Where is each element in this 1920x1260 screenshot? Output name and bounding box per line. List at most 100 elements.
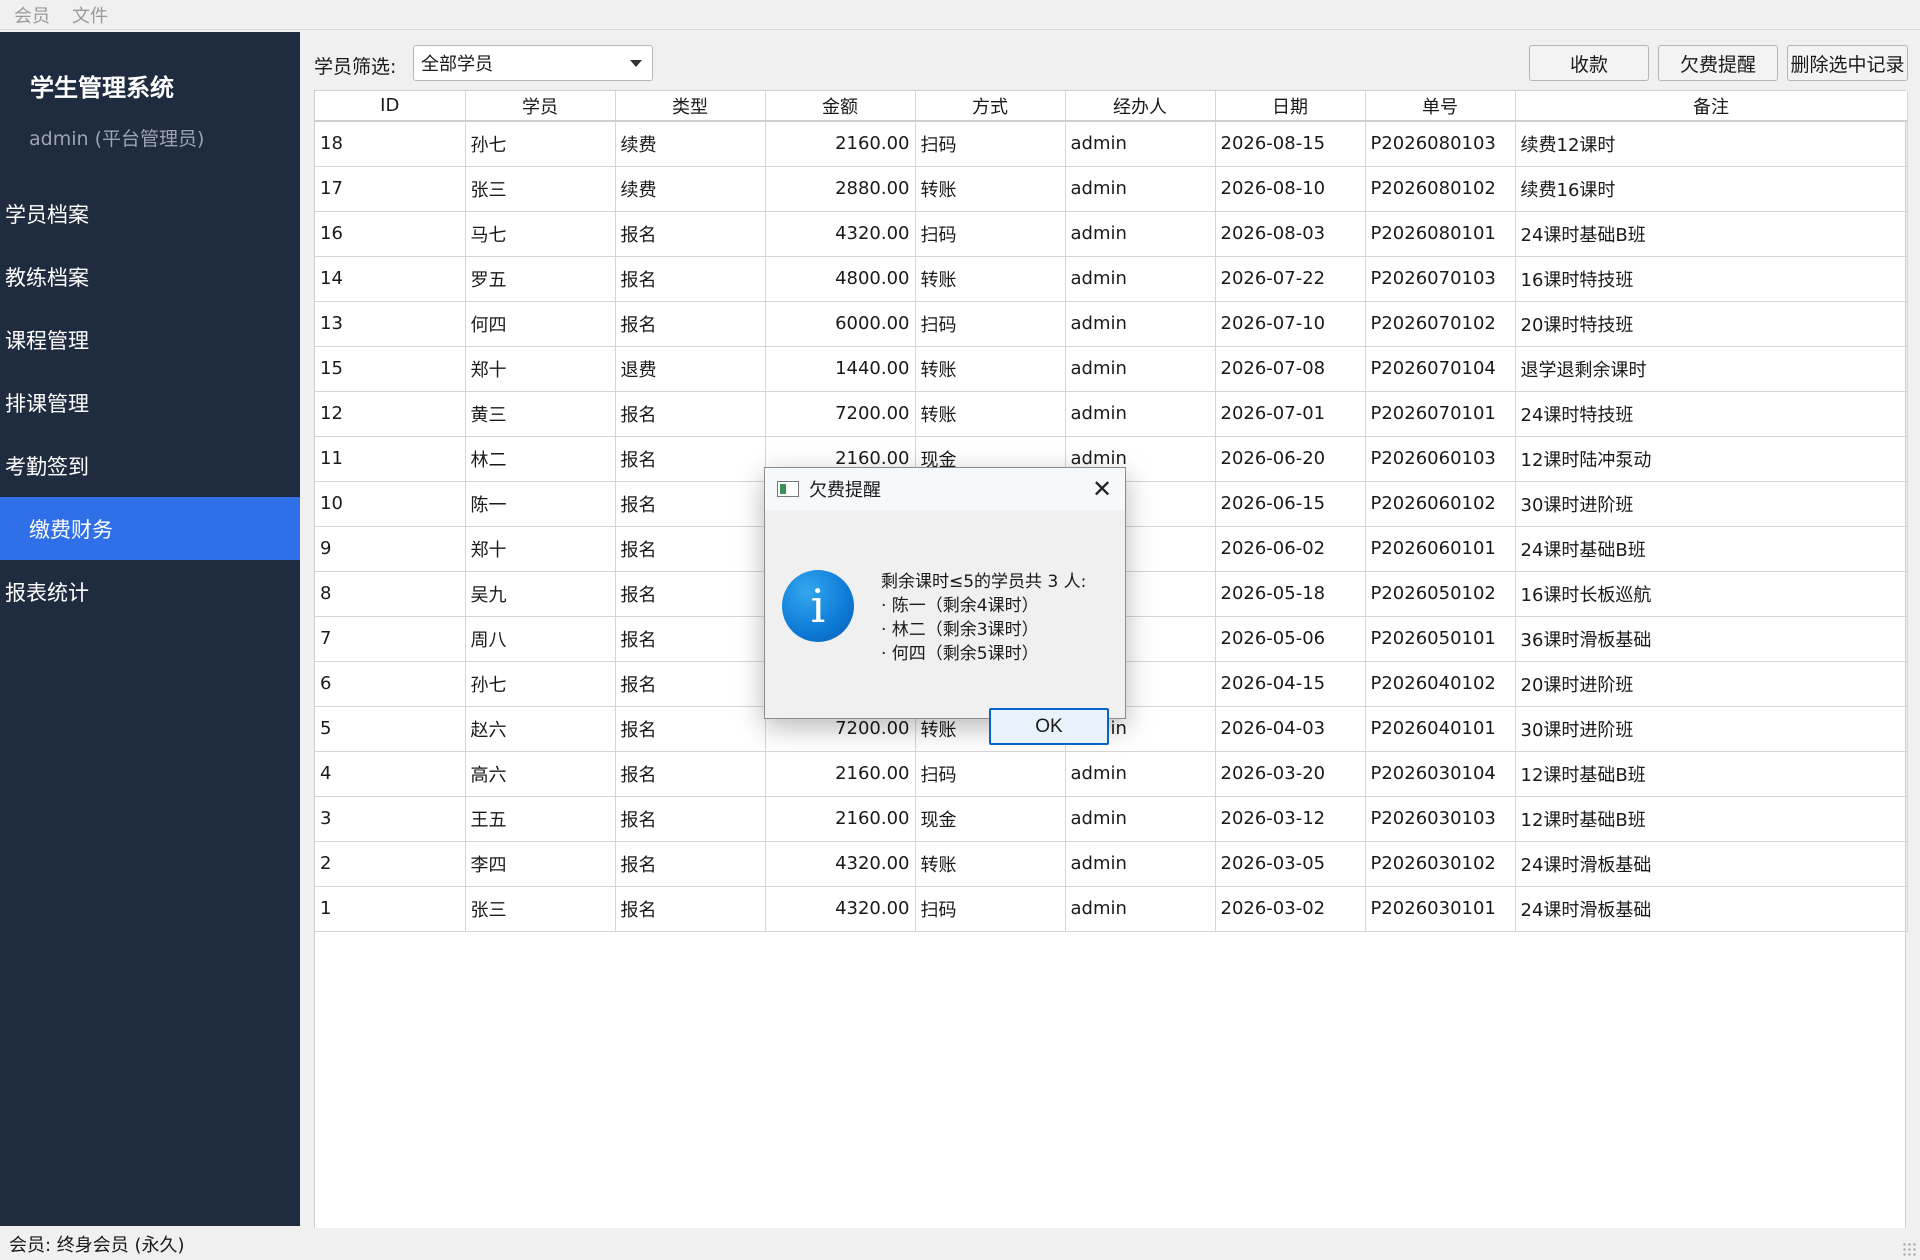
cell-student: 黄三 [465, 391, 616, 437]
sidebar-item-payments[interactable]: 缴费财务 [0, 497, 300, 560]
table-row[interactable]: 12 黄三 报名 7200.00 转账 admin 2026-07-01 P202607010… [315, 391, 1908, 437]
sidebar-item-reports[interactable]: 报表统计 [0, 560, 300, 623]
table-row[interactable]: 3 王五 报名 2160.00 现金 admin 2026-03-12 P2026030103… [315, 796, 1908, 842]
message-line: 剩余课时≤5的学员共 3 人: [881, 572, 1087, 592]
cell-note: 退学退剩余课时 [1515, 346, 1908, 392]
column-header-date[interactable]: 日期 [1215, 91, 1366, 122]
cell-order-no: P2026030102 [1365, 841, 1516, 887]
cell-student: 赵六 [465, 706, 616, 752]
cell-date: 2026-07-22 [1215, 256, 1366, 302]
table-header-row: ID 学员 类型 金额 方式 经办人 日期 单号 备注 [315, 91, 1908, 122]
cell-student: 王五 [465, 796, 616, 842]
cell-amount: 1440.00 [765, 346, 916, 392]
delete-selected-button[interactable]: 删除选中记录 [1787, 45, 1908, 81]
cell-handler: admin [1065, 256, 1216, 302]
cell-note: 16课时长板巡航 [1515, 571, 1908, 617]
table-row[interactable]: 2 李四 报名 4320.00 转账 admin 2026-03-05 P2026030102… [315, 841, 1908, 887]
arrears-reminder-button[interactable]: 欠费提醒 [1658, 45, 1778, 81]
column-header-note[interactable]: 备注 [1515, 91, 1908, 122]
information-icon: i [782, 570, 854, 642]
close-icon[interactable]: ✕ [1085, 472, 1119, 506]
column-header-student[interactable]: 学员 [465, 91, 616, 122]
column-header-handler[interactable]: 经办人 [1065, 91, 1216, 122]
dialog-body: i 剩余课时≤5的学员共 3 人: · 陈一（剩余4课时） · 林二（剩余3课时… [765, 510, 1125, 745]
cell-id: 4 [315, 751, 466, 797]
cell-type: 报名 [615, 706, 766, 752]
cell-student: 马七 [465, 211, 616, 257]
cell-handler: admin [1065, 121, 1216, 167]
dialog-message: 剩余课时≤5的学员共 3 人: · 陈一（剩余4课时） · 林二（剩余3课时） … [881, 570, 1086, 666]
cell-order-no: P2026070102 [1365, 301, 1516, 347]
cell-type: 报名 [615, 751, 766, 797]
cell-method: 扫码 [915, 301, 1066, 347]
cell-order-no: P2026060102 [1365, 481, 1516, 527]
cell-handler: admin [1065, 211, 1216, 257]
cell-order-no: P2026030101 [1365, 886, 1516, 932]
table-row[interactable]: 14 罗五 报名 4800.00 转账 admin 2026-07-22 P202607010… [315, 256, 1908, 302]
menu-member[interactable]: 会员 [14, 2, 50, 28]
table-row[interactable]: 13 何四 报名 6000.00 扫码 admin 2026-07-10 P202607010… [315, 301, 1908, 347]
cell-student: 吴九 [465, 571, 616, 617]
cell-type: 报名 [615, 436, 766, 482]
cell-note: 12课时基础B班 [1515, 751, 1908, 797]
cell-id: 2 [315, 841, 466, 887]
cell-student: 郑十 [465, 346, 616, 392]
sidebar-nav: 学员档案 教练档案 课程管理 排课管理 考勤签到 缴费财务 报表统计 [0, 182, 300, 623]
cell-type: 报名 [615, 796, 766, 842]
cell-id: 18 [315, 121, 466, 167]
table-row[interactable]: 17 张三 续费 2880.00 转账 admin 2026-08-10 P202608010… [315, 166, 1908, 212]
cell-method: 现金 [915, 796, 1066, 842]
cell-type: 报名 [615, 616, 766, 662]
table-row[interactable]: 16 马七 报名 4320.00 扫码 admin 2026-08-03 P202608010… [315, 211, 1908, 257]
cell-note: 24课时基础B班 [1515, 526, 1908, 572]
cell-note: 30课时进阶班 [1515, 481, 1908, 527]
cell-order-no: P2026030103 [1365, 796, 1516, 842]
cell-order-no: P2026040102 [1365, 661, 1516, 707]
cell-type: 报名 [615, 886, 766, 932]
sidebar-item-students[interactable]: 学员档案 [0, 182, 300, 245]
menu-file[interactable]: 文件 [72, 2, 108, 28]
column-header-type[interactable]: 类型 [615, 91, 766, 122]
cell-order-no: P2026050102 [1365, 571, 1516, 617]
dialog-titlebar[interactable]: 欠费提醒 ✕ [765, 468, 1125, 510]
cell-amount: 2880.00 [765, 166, 916, 212]
cell-date: 2026-03-20 [1215, 751, 1366, 797]
sidebar-item-attendance[interactable]: 考勤签到 [0, 434, 300, 497]
sidebar-item-scheduling[interactable]: 排课管理 [0, 371, 300, 434]
table-row[interactable]: 4 高六 报名 2160.00 扫码 admin 2026-03-20 P2026030104… [315, 751, 1908, 797]
membership-status: 会员: 终身会员 (永久) [9, 1235, 185, 1256]
column-header-method[interactable]: 方式 [915, 91, 1066, 122]
cell-type: 报名 [615, 301, 766, 347]
cell-id: 12 [315, 391, 466, 437]
cell-date: 2026-07-01 [1215, 391, 1366, 437]
column-header-id[interactable]: ID [315, 91, 466, 122]
cell-handler: admin [1065, 841, 1216, 887]
cell-method: 扫码 [915, 751, 1066, 797]
cell-method: 扫码 [915, 886, 1066, 932]
table-row[interactable]: 18 孙七 续费 2160.00 扫码 admin 2026-08-15 P202608010… [315, 121, 1908, 167]
collect-payment-button[interactable]: 收款 [1529, 45, 1649, 81]
sidebar-item-courses[interactable]: 课程管理 [0, 308, 300, 371]
ok-button[interactable]: OK [989, 708, 1109, 745]
cell-handler: admin [1065, 796, 1216, 842]
cell-type: 报名 [615, 256, 766, 302]
cell-date: 2026-06-15 [1215, 481, 1366, 527]
column-header-amount[interactable]: 金额 [765, 91, 916, 122]
table-row[interactable]: 1 张三 报名 4320.00 扫码 admin 2026-03-02 P2026030101… [315, 886, 1908, 932]
student-filter-select[interactable]: 全部学员 [413, 45, 653, 81]
cell-note: 20课时进阶班 [1515, 661, 1908, 707]
cell-student: 孙七 [465, 661, 616, 707]
dialog-title: 欠费提醒 [809, 480, 881, 501]
sidebar-item-coaches[interactable]: 教练档案 [0, 245, 300, 308]
cell-order-no: P2026060103 [1365, 436, 1516, 482]
cell-order-no: P2026070104 [1365, 346, 1516, 392]
cell-id: 15 [315, 346, 466, 392]
cell-handler: admin [1065, 166, 1216, 212]
cell-method: 转账 [915, 346, 1066, 392]
column-header-order-no[interactable]: 单号 [1365, 91, 1516, 122]
cell-note: 16课时特技班 [1515, 256, 1908, 302]
table-row[interactable]: 15 郑十 退费 1440.00 转账 admin 2026-07-08 P202607010… [315, 346, 1908, 392]
message-line: · 陈一（剩余4课时） [881, 596, 1039, 616]
cell-type: 报名 [615, 571, 766, 617]
resize-grip-icon[interactable] [1902, 1242, 1916, 1256]
